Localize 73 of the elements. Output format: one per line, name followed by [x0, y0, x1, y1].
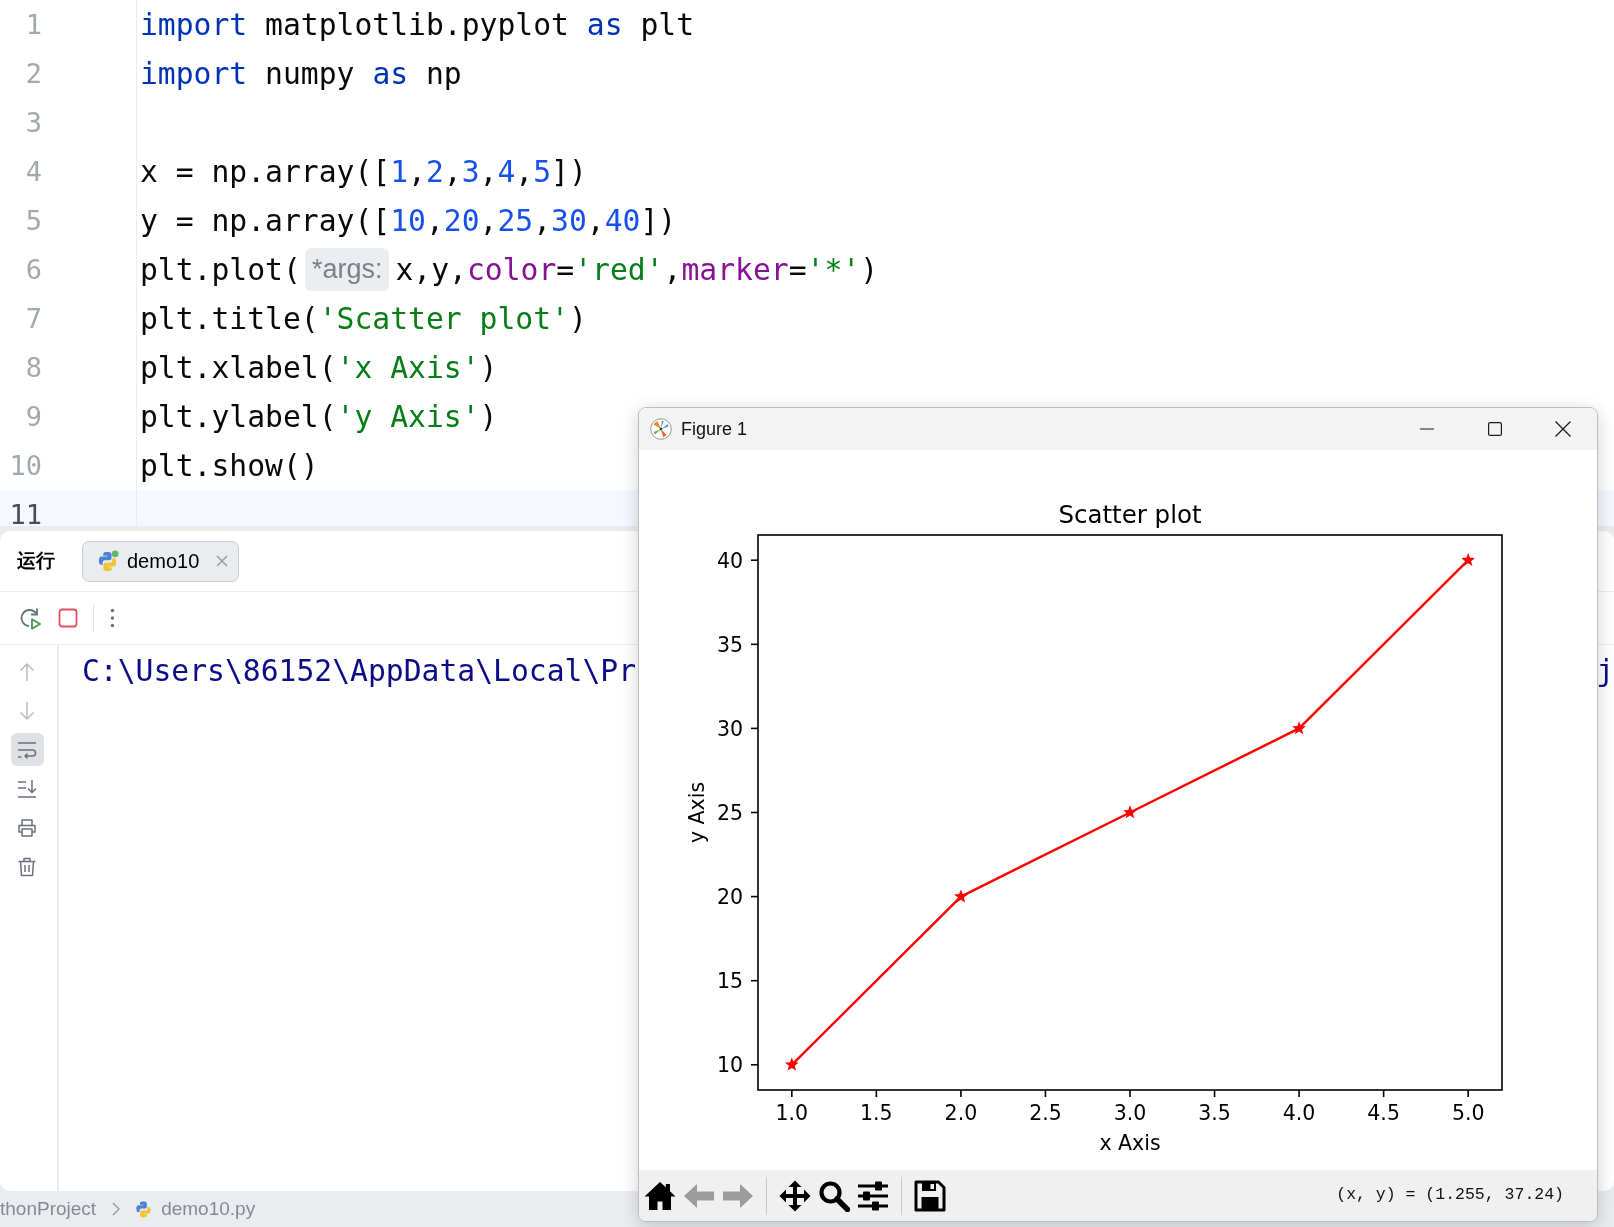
code-line: plt.ylabel('y Axis') — [139, 398, 498, 435]
tick-label: 20 — [716, 885, 743, 910]
window-title: Figure 1 — [681, 417, 748, 441]
tick-label: 30 — [716, 716, 743, 741]
python-icon — [134, 1199, 154, 1219]
line-number: 10 — [9, 454, 42, 476]
axis-label: y Axis — [685, 781, 709, 844]
tick-label: 40 — [716, 548, 743, 573]
code-line: plt.show() — [139, 447, 319, 484]
python-icon — [96, 549, 119, 573]
breadcrumb-item[interactable]: demo10.py — [161, 1194, 256, 1224]
tick-label: 15 — [716, 969, 743, 994]
line-number: 11 — [9, 503, 42, 525]
more-options-icon[interactable] — [110, 608, 115, 628]
console-output: j — [1596, 652, 1614, 690]
cursor-coordinates: (x, y) = (1.255, 37.24) — [1336, 1184, 1565, 1207]
star-marker — [1292, 721, 1306, 735]
star-marker — [785, 1057, 799, 1071]
wrap-lines-icon — [17, 739, 37, 760]
tick-label: 5.0 — [1451, 1101, 1485, 1125]
tick-label: 25 — [716, 801, 743, 825]
tick-label: 3.5 — [1198, 1101, 1231, 1125]
panel-title: 运行 — [17, 548, 55, 573]
trash-icon — [17, 856, 37, 877]
save-icon[interactable] — [914, 1179, 946, 1212]
star-marker — [1461, 553, 1475, 567]
down-arrow-icon — [17, 700, 37, 721]
line-number: 2 — [25, 62, 42, 84]
tick-label: 2.0 — [944, 1101, 978, 1125]
sliders-icon[interactable] — [857, 1179, 889, 1212]
chevron-icon — [112, 1202, 121, 1216]
line-number: 7 — [25, 307, 42, 329]
tick-label: 10 — [716, 1053, 743, 1078]
code-line: y = np.array([10,20,25,30,40]) — [139, 202, 677, 239]
line-number: 5 — [25, 209, 42, 231]
tick-label: 2.5 — [1029, 1101, 1062, 1125]
chart-title: Scatter plot — [1058, 500, 1202, 529]
line-number: 4 — [25, 160, 42, 182]
code-line: import matplotlib.pyplot as plt — [139, 6, 695, 43]
stop-icon[interactable] — [58, 608, 78, 628]
tick-label: 35 — [716, 632, 743, 657]
magnifier-icon[interactable] — [818, 1179, 850, 1212]
soft-wrap-button[interactable] — [10, 733, 44, 766]
printer-icon — [17, 817, 37, 838]
rerun-icon[interactable] — [18, 606, 42, 630]
tick-label: 4.5 — [1367, 1101, 1400, 1125]
tick-label: 1.5 — [860, 1101, 893, 1125]
pinwheel-icon — [650, 418, 672, 440]
home-icon[interactable] — [644, 1179, 676, 1212]
tick-label: 4.0 — [1282, 1101, 1316, 1125]
star-marker — [1123, 805, 1137, 819]
star-marker — [954, 889, 968, 903]
console-output: C:\Users\86152\AppData\Local\Pr — [82, 652, 637, 690]
close-icon[interactable] — [1555, 421, 1571, 437]
line-number: 6 — [25, 258, 42, 280]
move-arrows-icon[interactable] — [779, 1179, 811, 1212]
run-tab[interactable]: demo10 — [82, 540, 240, 582]
lines-down-arrow-icon — [17, 778, 37, 799]
tick-label: 1.0 — [775, 1101, 809, 1125]
tick-label: 3.0 — [1113, 1101, 1147, 1125]
axis-label: x Axis — [1099, 1131, 1161, 1155]
up-arrow-icon — [17, 661, 37, 682]
line-number: 9 — [25, 405, 42, 427]
code-line: plt.plot( *args: x,y,color='red',marker='*') — [137, 248, 879, 291]
code-line: x = np.array([1,2,3,4,5]) — [139, 153, 587, 190]
code-line: import numpy as np — [139, 55, 462, 92]
code-line: plt.title('Scatter plot') — [139, 300, 587, 337]
maximize-icon[interactable] — [1488, 422, 1502, 436]
code-line: plt.xlabel('x Axis') — [139, 349, 498, 386]
line-number: 8 — [25, 356, 42, 378]
line-number: 1 — [25, 13, 42, 35]
breadcrumb-item[interactable]: thonProject — [0, 1194, 97, 1224]
line-number: 3 — [25, 111, 42, 133]
